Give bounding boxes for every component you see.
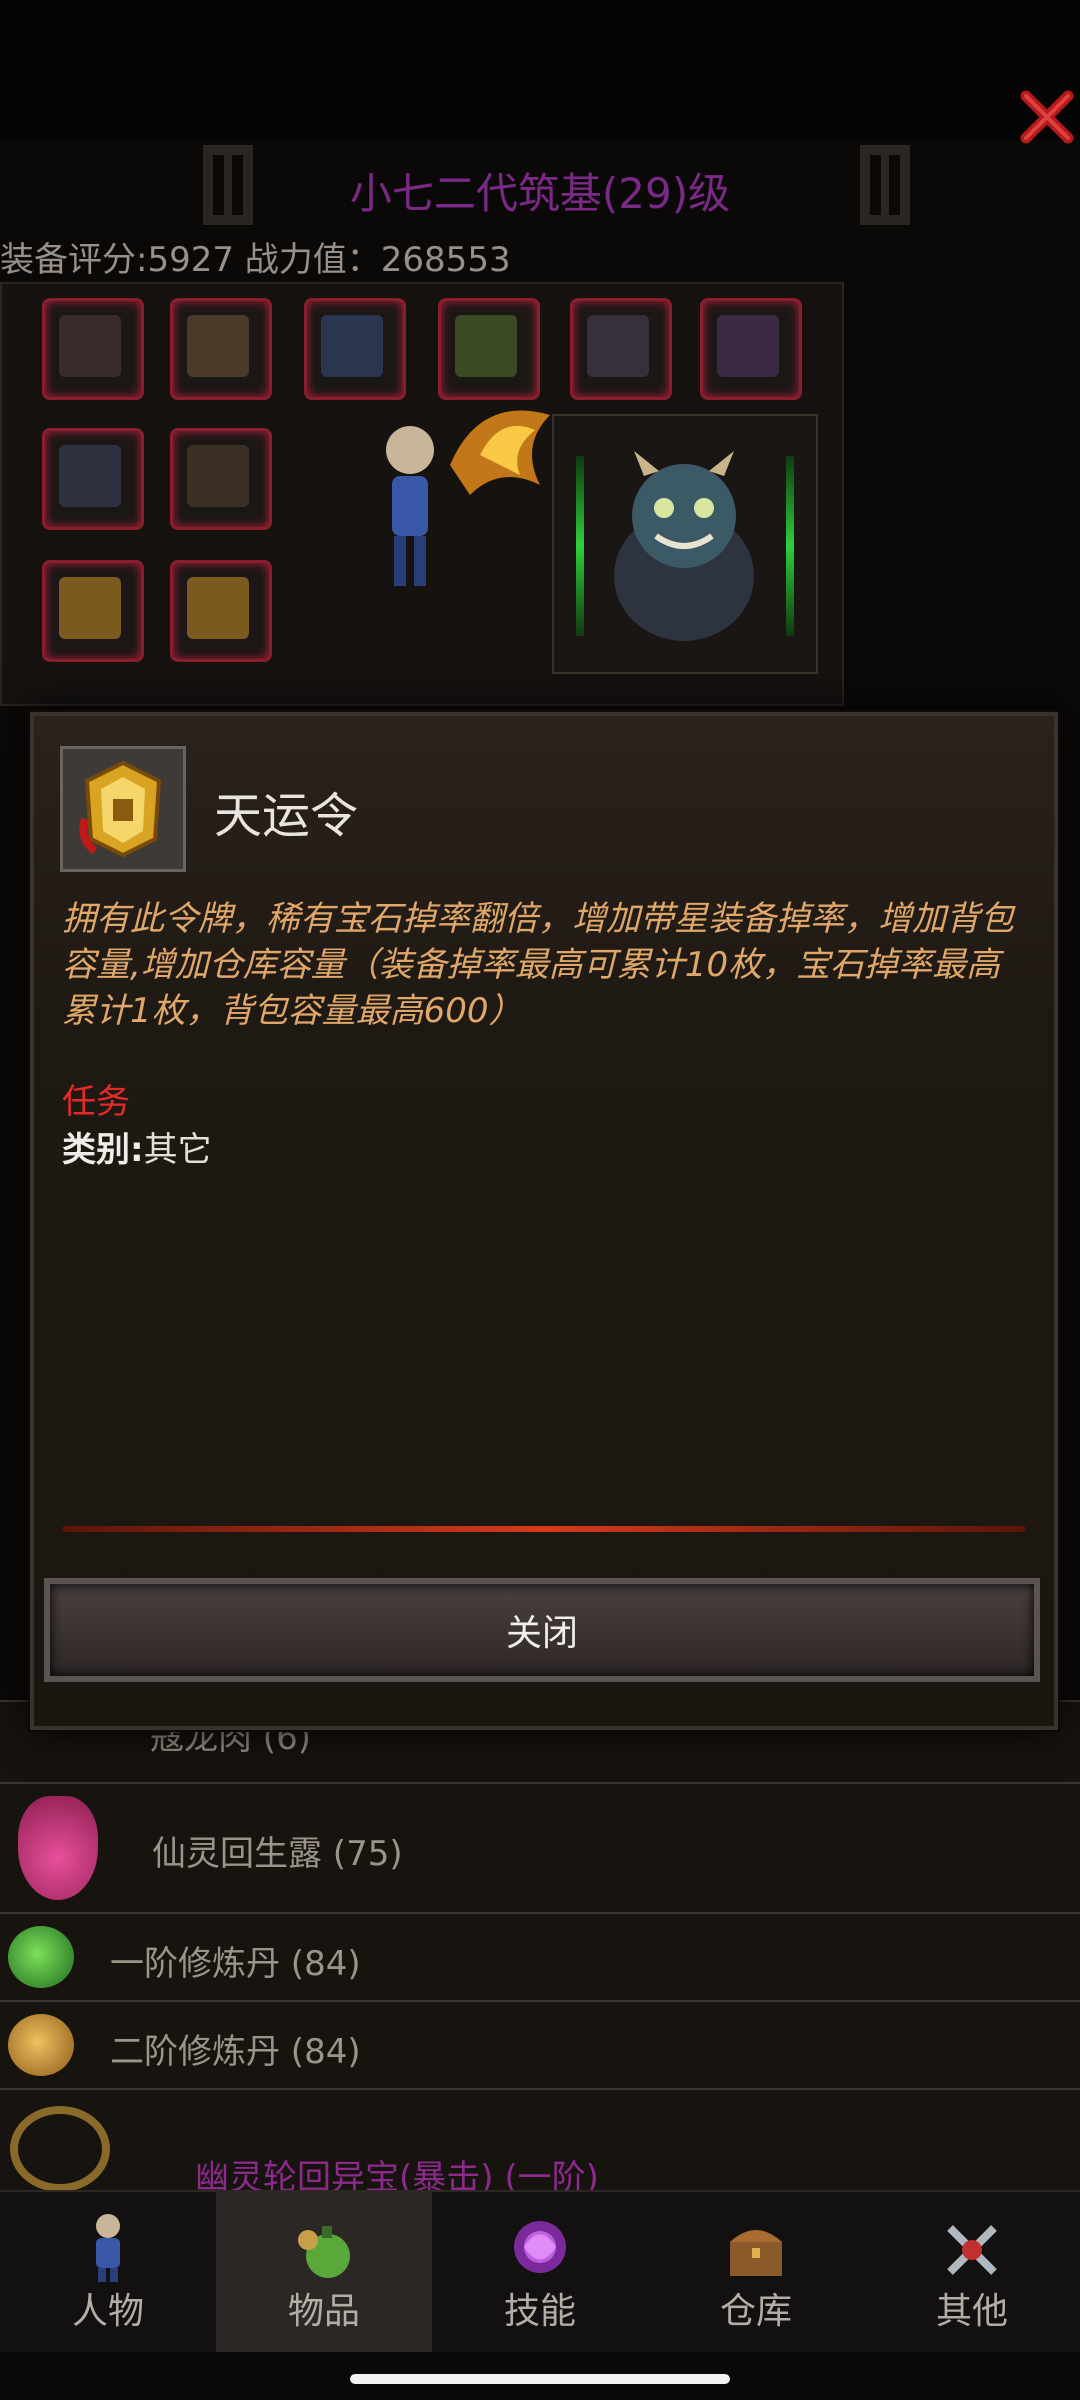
item-detail-dialog: 天运令 拥有此令牌，稀有宝石掉率翻倍，增加带星装备掉率，增加背包容量,增加仓库容… <box>30 712 1058 1730</box>
other-icon <box>942 2212 1002 2282</box>
equip-slot-bracer[interactable] <box>570 298 672 400</box>
skill-icon <box>510 2212 570 2282</box>
tab-character[interactable]: 人物 <box>0 2192 216 2352</box>
list-item[interactable]: 仙灵回生露 (75) <box>0 1782 1080 1912</box>
list-item[interactable]: 二阶修炼丹 (84) <box>0 2000 1080 2088</box>
dialog-divider <box>62 1526 1026 1532</box>
equip-slot-necklace[interactable] <box>700 298 802 400</box>
equip-slot-ring-left[interactable] <box>42 560 144 662</box>
items-bag-icon <box>294 2212 354 2282</box>
item-icon-frame <box>60 746 186 872</box>
pet-bar-left <box>576 456 584 636</box>
tab-label: 技能 <box>503 2291 576 2332</box>
ring-icon <box>187 577 249 639</box>
top-bar <box>0 0 1080 140</box>
tab-label: 物品 <box>287 2291 360 2332</box>
token-icon <box>77 759 169 863</box>
sword-icon <box>59 445 121 507</box>
category-value: 其它 <box>143 1130 212 1170</box>
tab-items[interactable]: 物品 <box>216 2192 432 2352</box>
tab-warehouse[interactable]: 仓库 <box>648 2192 864 2352</box>
helmet-icon <box>59 315 121 377</box>
pet-monster-icon <box>604 446 764 650</box>
dialog-background: 天运令 拥有此令牌，稀有宝石掉率翻倍，增加带星装备掉率，增加背包容量,增加仓库容… <box>34 716 1054 1726</box>
pet-bar-right <box>786 456 794 636</box>
green-pill-icon <box>8 1926 74 1988</box>
fire-dragon-icon <box>440 385 560 505</box>
equip-slot-offhand[interactable] <box>170 428 272 530</box>
list-item[interactable]: 幽灵轮回异宝(暴击) (一阶) <box>0 2088 1080 2198</box>
equip-slot-weapon[interactable] <box>42 428 144 530</box>
equip-slot-ring-right[interactable] <box>170 560 272 662</box>
list-item-label: 一阶修炼丹 (84) <box>110 1944 361 1984</box>
ring-icon <box>59 577 121 639</box>
character-icon <box>78 2212 138 2282</box>
shoulder-icon <box>455 315 517 377</box>
item-description: 拥有此令牌，稀有宝石掉率翻倍，增加带星装备掉率，增加背包容量,增加仓库容量（装备… <box>62 899 1014 1031</box>
close-window-icon[interactable] <box>1018 88 1076 146</box>
equip-slot-amulet[interactable] <box>304 298 406 400</box>
list-item[interactable]: 一阶修炼丹 (84) <box>0 1912 1080 2000</box>
equip-slot-armor[interactable] <box>170 298 272 400</box>
equipment-score: 装备评分:5927 战力值：268553 <box>0 240 511 280</box>
list-item-label: 二阶修炼丹 (84) <box>110 2032 361 2072</box>
category-line: 类别:其它 <box>62 1122 212 1171</box>
blade-icon <box>187 445 249 507</box>
category-key: 类别: <box>62 1130 144 1170</box>
bracer-icon <box>587 315 649 377</box>
home-indicator[interactable] <box>350 2374 730 2384</box>
tab-other[interactable]: 其他 <box>864 2192 1080 2352</box>
character-avatar[interactable] <box>380 420 440 600</box>
necklace-icon <box>717 315 779 377</box>
pet-panel[interactable] <box>552 414 818 674</box>
list-item-label: 仙灵回生露 (75) <box>152 1834 403 1874</box>
tab-label: 其他 <box>935 2291 1008 2332</box>
potion-icon <box>18 1796 98 1900</box>
item-name: 天运令 <box>214 788 359 844</box>
chest-icon <box>726 2212 786 2282</box>
treasure-ring-icon <box>10 2106 110 2192</box>
character-title: 小七二代筑基(29)级 <box>349 169 731 218</box>
tab-label: 人物 <box>71 2291 144 2332</box>
bottom-nav: 人物 物品 技能 仓库 其他 <box>0 2190 1080 2352</box>
close-button[interactable]: 关闭 <box>44 1578 1040 1682</box>
tab-skills[interactable]: 技能 <box>432 2192 648 2352</box>
armor-icon <box>187 315 249 377</box>
tab-label: 仓库 <box>719 2291 792 2332</box>
task-label: 任务 <box>62 1082 130 1122</box>
amulet-icon <box>321 315 383 377</box>
gold-pill-icon <box>8 2014 74 2076</box>
equip-slot-helmet[interactable] <box>42 298 144 400</box>
